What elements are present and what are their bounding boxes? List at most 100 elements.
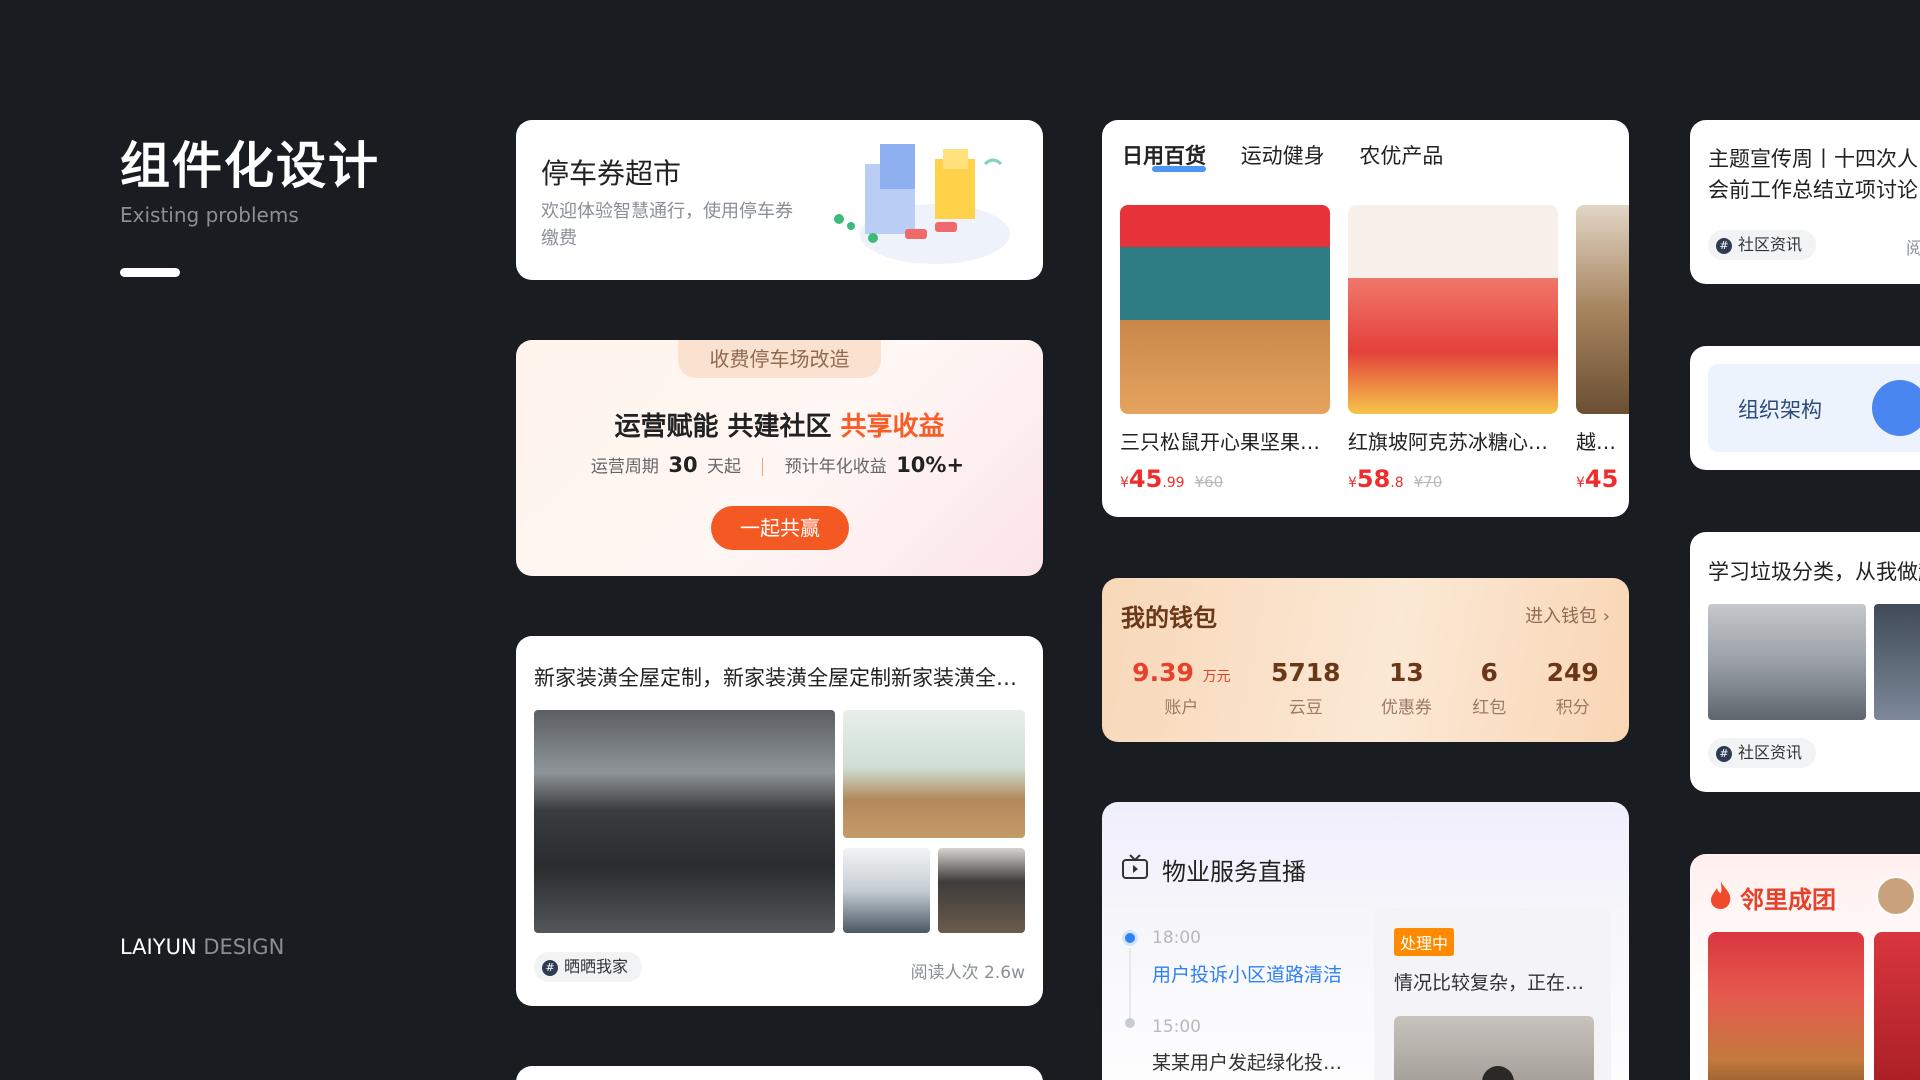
product-name: 三只松鼠开心果坚果礼盒 xyxy=(1120,430,1330,454)
yield-value: 10%+ xyxy=(896,453,965,477)
wallet-stat-redpacket[interactable]: 6 红包 xyxy=(1472,658,1506,718)
stat-value: 249 xyxy=(1546,658,1599,687)
page-title: 组件化设计 xyxy=(120,137,380,195)
timeline-dot-active xyxy=(1122,930,1138,946)
product-image xyxy=(1348,205,1558,414)
card-title: 停车券超市 xyxy=(541,157,682,190)
event-title[interactable]: 某某用户发起绿化投诉处理 xyxy=(1152,1048,1352,1075)
price-dec: .8 xyxy=(1390,475,1404,491)
stat-value: 5718 xyxy=(1270,658,1341,687)
product-price: ¥45.99 ¥60 xyxy=(1120,465,1330,493)
group-product-image[interactable] xyxy=(1708,932,1864,1080)
event-title-active[interactable]: 用户投诉小区道路清洁 xyxy=(1152,960,1342,987)
wallet-card: 我的钱包 进入钱包 › 9.39 万元 账户 5718 云豆 13 优惠券 6 红包 2… xyxy=(1102,578,1629,742)
tab-daily-goods[interactable]: 日用百货 xyxy=(1122,144,1206,168)
post-image-2[interactable] xyxy=(843,710,1025,838)
product-image xyxy=(1120,205,1330,414)
page-subtitle: Existing problems xyxy=(120,203,299,227)
hashtag-icon: # xyxy=(1716,237,1732,254)
stat-label: 红包 xyxy=(1472,698,1507,718)
wallet-title: 我的钱包 xyxy=(1121,604,1217,632)
period-value: 30 xyxy=(668,453,698,477)
headline-text: 运营赋能 共建社区 xyxy=(614,412,841,442)
avatar xyxy=(1876,876,1916,916)
post-image-3[interactable] xyxy=(843,848,930,933)
product-item[interactable]: 红旗坡阿克苏冰糖心苹果 ¥58.8 ¥70 xyxy=(1348,205,1558,493)
wallet-stat-beans[interactable]: 5718 云豆 xyxy=(1271,658,1341,718)
next-card-partial xyxy=(516,1066,1043,1080)
live-title: 物业服务直播 xyxy=(1162,858,1306,886)
wallet-stat-points[interactable]: 249 积分 xyxy=(1547,658,1599,718)
brand-logo: LAIYUN DESIGN xyxy=(120,935,284,959)
product-price: ¥45 xyxy=(1576,465,1629,493)
tv-icon xyxy=(1122,854,1148,879)
garbage-image-2[interactable] xyxy=(1874,604,1920,720)
news-card[interactable]: 主题宣传周丨十四次人 会前工作总结立项讨论 # 社区资讯 阅 xyxy=(1690,120,1920,284)
investment-stats: 运营周期 30 天起 预计年化收益 10%+ xyxy=(516,452,1043,477)
neighbor-group-buy-card[interactable]: 邻里成团 xyxy=(1690,854,1920,1080)
brand-suffix: DESIGN xyxy=(196,935,285,959)
product-name: 红旗坡阿克苏冰糖心苹果 xyxy=(1348,430,1558,454)
price-int: 45 xyxy=(1128,465,1163,493)
read-count: 阅 xyxy=(1906,239,1920,259)
wallet-stat-account[interactable]: 9.39 万元 账户 xyxy=(1132,658,1230,718)
read-count: 阅读人次 2.6w xyxy=(910,963,1025,983)
investment-headline: 运营赋能 共建社区 共享收益 xyxy=(516,406,1043,443)
product-item[interactable]: 三只松鼠开心果坚果礼盒 ¥45.99 ¥60 xyxy=(1120,205,1330,493)
org-structure-entry[interactable]: 组织架构 xyxy=(1708,364,1920,452)
org-structure-card[interactable]: 组织架构 xyxy=(1690,346,1920,470)
event-time: 15:00 xyxy=(1152,1017,1201,1037)
stat-label: 积分 xyxy=(1555,698,1590,718)
wallet-stats: 9.39 万元 账户 5718 云豆 13 优惠券 6 红包 249 积分 xyxy=(1102,658,1629,718)
hashtag-icon: # xyxy=(542,959,558,976)
fire-icon xyxy=(1711,881,1731,909)
enter-wallet-link[interactable]: 进入钱包 › xyxy=(1525,602,1610,628)
event-detail-panel[interactable]: 处理中 情况比较复杂，正在处理中 xyxy=(1374,908,1611,1080)
wallet-stat-coupons[interactable]: 13 优惠券 xyxy=(1381,658,1432,718)
status-badge: 处理中 xyxy=(1394,928,1455,956)
topic-tag[interactable]: # 社区资讯 xyxy=(1708,738,1817,768)
price-dec: .99 xyxy=(1162,475,1185,491)
stat-label: 优惠券 xyxy=(1380,698,1432,718)
topic-tag-label: 社区资讯 xyxy=(1738,743,1803,762)
news-title-line1: 主题宣传周丨十四次人 xyxy=(1708,147,1918,171)
topic-tag[interactable]: # 社区资讯 xyxy=(1708,230,1817,260)
home-decor-post-card[interactable]: 新家装潢全屋定制，新家装潢全屋定制新家装潢全屋定制 # 晒晒我家 阅读人次 2.6… xyxy=(516,636,1043,1006)
category-tabs: 日用百货 运动健身 农优产品 xyxy=(1122,140,1471,170)
post-image-main[interactable] xyxy=(534,710,835,933)
parking-coupon-card[interactable]: 停车券超市 欢迎体验智慧通行，使用停车券缴费 xyxy=(516,120,1043,280)
product-name: 越南进口 xyxy=(1576,430,1629,454)
price-int: 45 xyxy=(1584,465,1619,493)
video-thumbnail[interactable] xyxy=(1394,1016,1594,1080)
product-image xyxy=(1576,205,1629,414)
product-shop-card: 日用百货 运动健身 农优产品 三只松鼠开心果坚果礼盒 ¥45.99 ¥60 红旗坡… xyxy=(1102,120,1629,517)
garbage-image-1[interactable] xyxy=(1708,604,1866,720)
post-title: 新家装潢全屋定制，新家装潢全屋定制新家装潢全屋定制 xyxy=(534,666,1024,690)
post-image-4[interactable] xyxy=(938,848,1025,933)
hashtag-icon: # xyxy=(1716,745,1732,762)
tab-sports[interactable]: 运动健身 xyxy=(1241,144,1325,168)
product-item[interactable]: 越南进口 ¥45 xyxy=(1576,205,1629,493)
stat-value: 9.39 xyxy=(1132,658,1194,687)
news-title-line2: 会前工作总结立项讨论 xyxy=(1708,178,1918,202)
stat-label: 云豆 xyxy=(1288,698,1323,718)
tab-farm-products[interactable]: 农优产品 xyxy=(1359,144,1443,168)
org-chart-icon xyxy=(1872,380,1920,436)
card-tab-label: 收费停车场改造 xyxy=(678,340,881,378)
timeline-dot xyxy=(1125,1018,1135,1028)
headline-highlight: 共享收益 xyxy=(840,412,945,442)
topic-tag[interactable]: # 晒晒我家 xyxy=(534,952,643,982)
chevron-right-icon: › xyxy=(1602,606,1610,627)
city-building-illustration xyxy=(834,144,1010,264)
parking-investment-card: 收费停车场改造 运营赋能 共建社区 共享收益 运营周期 30 天起 预计年化收益… xyxy=(516,340,1043,576)
timeline-line xyxy=(1129,948,1131,1020)
news-title: 主题宣传周丨十四次人 会前工作总结立项讨论 xyxy=(1708,144,1920,206)
enter-wallet-label: 进入钱包 xyxy=(1525,606,1598,627)
yield-label: 预计年化收益 xyxy=(784,457,887,477)
garbage-sorting-card[interactable]: 学习垃圾分类，从我做起 # 社区资讯 xyxy=(1690,532,1920,792)
org-structure-label: 组织架构 xyxy=(1738,398,1822,422)
group-product-image[interactable] xyxy=(1874,932,1920,1080)
play-icon[interactable] xyxy=(1482,1066,1514,1080)
win-together-button[interactable]: 一起共赢 xyxy=(711,506,849,550)
topic-tag-label: 社区资讯 xyxy=(1738,235,1803,254)
